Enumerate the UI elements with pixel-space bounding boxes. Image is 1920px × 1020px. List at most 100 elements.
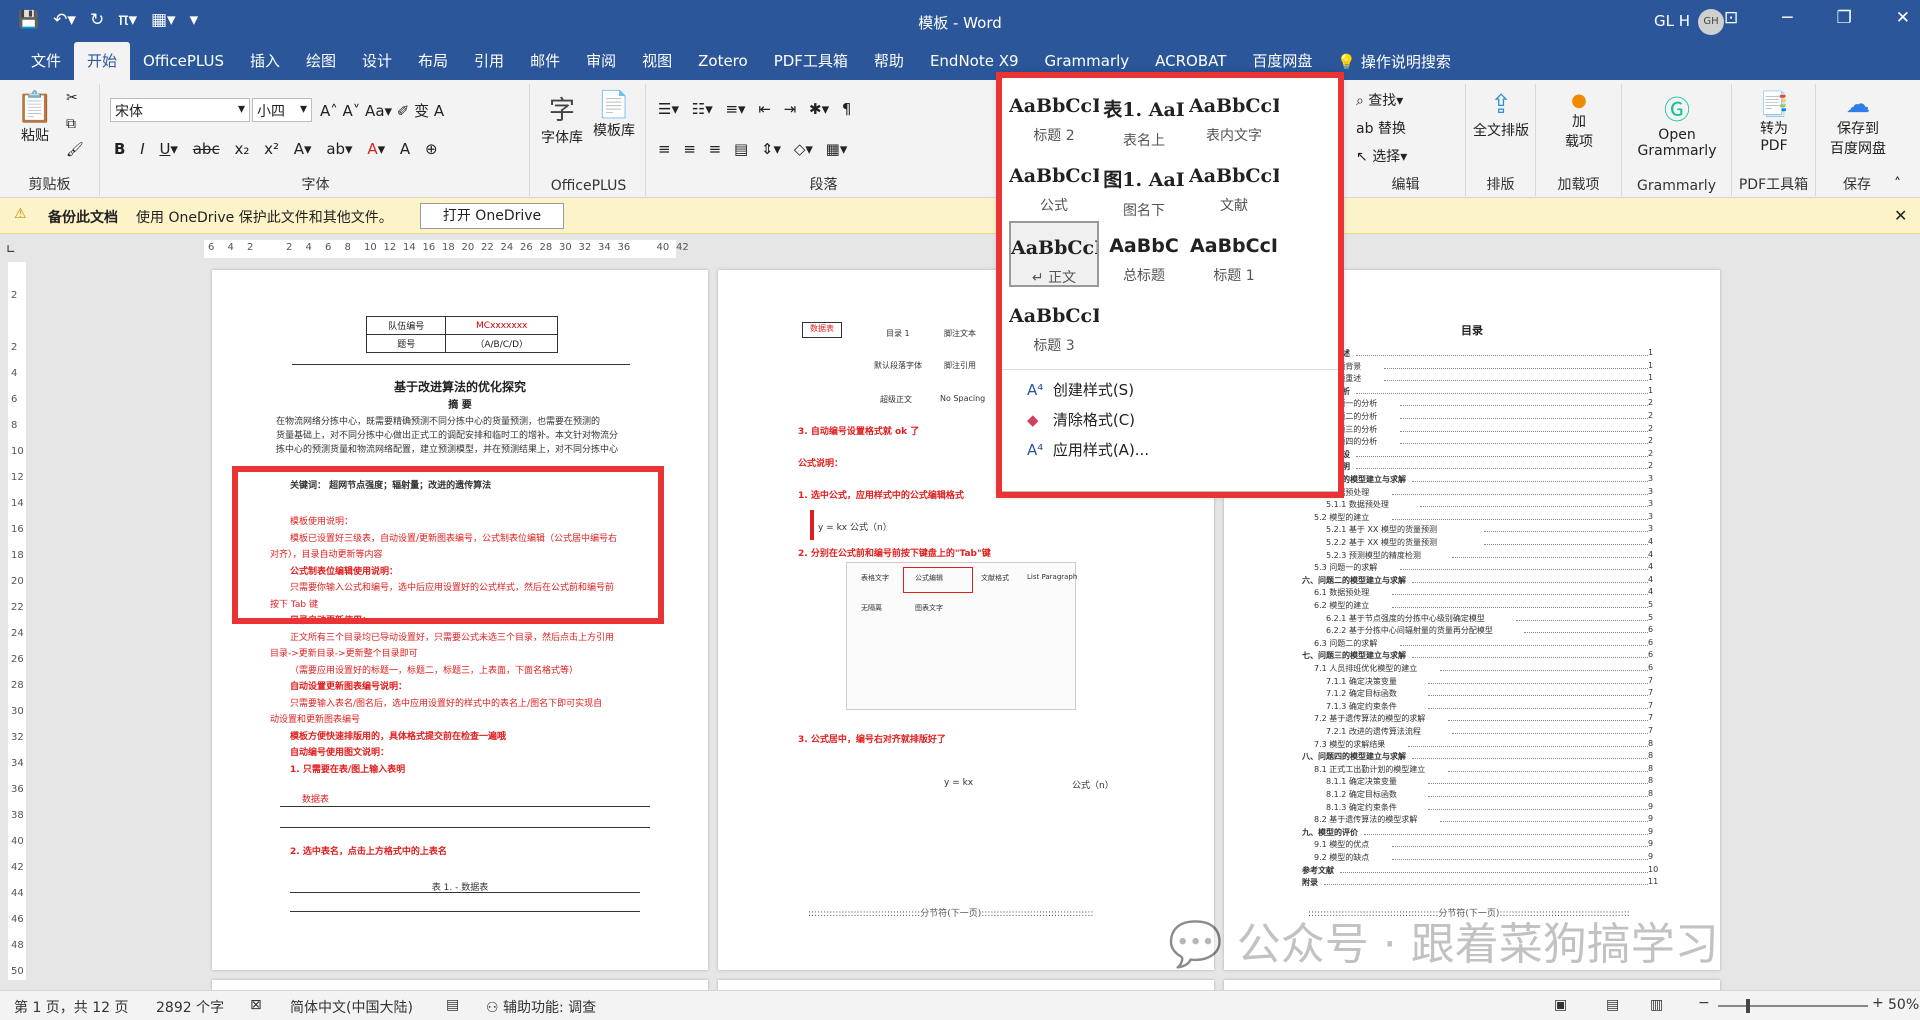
toc-entry[interactable]: 5.3 问题一的求解 — [1314, 562, 1377, 573]
vertical-ruler[interactable]: 2 2 4 6 8 10 12 14 16 18 20 22 24 26 28 30 32 34 36 38 40 42 4… — [8, 262, 26, 980]
replace-button[interactable]: ab 替换 — [1356, 118, 1406, 138]
toc-entry[interactable]: 八、问题四的模型建立与求解 — [1302, 751, 1406, 762]
to-pdf-button[interactable]: 📑 转为 PDF — [1746, 90, 1802, 154]
find-button[interactable]: ⌕ 查找▾ — [1356, 90, 1403, 110]
copy-icon[interactable]: ⧉ — [66, 116, 76, 132]
cut-icon[interactable]: ✂ — [66, 90, 78, 106]
language[interactable]: 简体中文(中国大陆) — [290, 997, 413, 1017]
toc-entry[interactable]: 7.3 模型的求解结果 — [1314, 739, 1385, 750]
toc-entry[interactable]: 6.2.1 基于节点强度的分拣中心级别确定模型 — [1326, 613, 1485, 624]
zoom-thumb[interactable] — [1746, 999, 1750, 1013]
accessibility[interactable]: ⚇ 辅助功能: 调查 — [486, 997, 596, 1017]
close-icon[interactable]: ✕ — [1894, 206, 1907, 225]
toc-entry[interactable]: 8.1.1 确定决策变量 — [1326, 776, 1397, 787]
collapse-ribbon-icon[interactable]: ˄ — [1894, 176, 1901, 192]
toc-page-number: 8 — [1648, 789, 1654, 798]
page-count[interactable]: 第 1 页，共 12 页 — [14, 997, 129, 1017]
zoom-in-icon[interactable]: + — [1872, 995, 1884, 1011]
tab-file[interactable]: 文件 — [18, 42, 74, 80]
macro-icon[interactable]: ▤ — [446, 997, 459, 1013]
minimize-icon[interactable]: ─ — [1782, 8, 1792, 28]
tab-pdf-tools[interactable]: PDF工具箱 — [761, 42, 861, 80]
grammarly-button[interactable]: Ⓖ Open Grammarly — [1632, 90, 1722, 159]
toc-entry[interactable]: 5.2 模型的建立 — [1314, 512, 1369, 523]
user-name[interactable]: GL H — [1654, 12, 1690, 30]
table-icon[interactable]: ▦▾ — [151, 10, 176, 30]
toc-entry[interactable]: 5.1.1 数据预处理 — [1326, 499, 1389, 510]
restore-icon[interactable]: ❐ — [1837, 8, 1852, 28]
zoom-level[interactable]: 50% — [1888, 997, 1919, 1013]
proofing-icon[interactable]: ⊠ — [250, 997, 262, 1013]
toc-entry[interactable]: 6.1 数据预处理 — [1314, 587, 1369, 598]
print-layout-icon[interactable]: ▤ — [1606, 997, 1619, 1013]
template-lib-button[interactable]: 📄 模板库 — [590, 90, 638, 140]
tab-insert[interactable]: 插入 — [237, 42, 293, 80]
select-button[interactable]: ↖ 选择▾ — [1356, 146, 1407, 166]
zoom-slider[interactable] — [1718, 999, 1868, 1013]
pi-icon[interactable]: π▾ — [118, 10, 137, 30]
tab-selector-icon[interactable]: ∟ — [6, 242, 16, 256]
undo-icon[interactable]: ↶▾ — [53, 10, 76, 30]
save-icon[interactable]: 💾 — [18, 10, 39, 30]
toc-entry[interactable]: 七、问题三的模型建立与求解 — [1302, 650, 1406, 661]
toc-entry[interactable]: 7.1.3 确定约束条件 — [1326, 701, 1397, 712]
toc-entry[interactable]: 8.1 正式工出勤计划的模型建立 — [1314, 764, 1425, 775]
tab-zotero[interactable]: Zotero — [685, 42, 761, 80]
tab-draw[interactable]: 绘图 — [293, 42, 349, 80]
tab-officeplus[interactable]: OfficePLUS — [130, 42, 237, 80]
toc-entry[interactable]: 附录 — [1302, 877, 1318, 888]
read-mode-icon[interactable]: ▣ — [1554, 997, 1567, 1013]
avatar[interactable]: GH — [1698, 9, 1724, 35]
addins-button[interactable]: ● 加 载项 — [1554, 90, 1604, 151]
align-buttons[interactable]: ≡ ≡ ≡ ▤ ⇕▾ ◇▾ ▦▾ — [658, 140, 847, 158]
toc-page-number: 8 — [1648, 763, 1654, 773]
list-buttons[interactable]: ☰▾ ☷▾ ≡▾ ⇤ ⇥ ✱▾ ¶ — [658, 100, 851, 118]
web-layout-icon[interactable]: ▥ — [1650, 997, 1663, 1013]
toc-entry[interactable]: 7.1.1 确定决策变量 — [1326, 676, 1397, 687]
open-onedrive-button[interactable]: 打开 OneDrive — [420, 203, 564, 229]
tab-references[interactable]: 引用 — [461, 42, 517, 80]
char-lib-button[interactable]: 字字体库 — [540, 90, 584, 147]
tab-view[interactable]: 视图 — [629, 42, 685, 80]
customize-qat-icon[interactable]: ▾ — [190, 10, 199, 30]
horizontal-ruler[interactable]: 6 4 2 2 4 6 8 10 12 14 16 18 20 22 24 26 28 30 32 34 36 40 42 — [204, 240, 689, 258]
toc-entry[interactable]: 8.1.2 确定目标函数 — [1326, 789, 1397, 800]
toc-entry[interactable]: 9.2 模型的缺点 — [1314, 852, 1369, 863]
toc-entry[interactable]: 六、问题二的模型建立与求解 — [1302, 575, 1406, 586]
tab-design[interactable]: 设计 — [349, 42, 405, 80]
zoom-out-icon[interactable]: − — [1698, 995, 1710, 1011]
toc-entry[interactable]: 6.3 问题二的求解 — [1314, 638, 1377, 649]
toc-entry[interactable]: 7.1.2 确定目标函数 — [1326, 688, 1397, 699]
toc-entry[interactable]: 5.2.2 基于 XX 模型的货量预测 — [1326, 537, 1437, 548]
toc-entry[interactable]: 6.2 模型的建立 — [1314, 600, 1369, 611]
ribbon-display-icon[interactable]: ⊡ — [1724, 8, 1738, 28]
toc-entry[interactable]: 8.1.3 确定约束条件 — [1326, 802, 1397, 813]
grow-font-icon[interactable]: A˄ A˅ Aa▾ ✐ 变 A — [320, 100, 444, 121]
font-size-combo[interactable]: 小四 ▾ — [252, 98, 312, 122]
toc-entry[interactable]: 7.2.1 改进的遗传算法流程 — [1326, 726, 1421, 737]
toc-entry[interactable]: 8.2 基于遗传算法的模型求解 — [1314, 814, 1417, 825]
toc-entry[interactable]: 7.2 基于遗传算法的模型的求解 — [1314, 713, 1425, 724]
toc-entry[interactable]: 9.1 模型的优点 — [1314, 839, 1369, 850]
close-icon[interactable]: ✕ — [1896, 8, 1910, 28]
toc-entry[interactable]: 5.2.3 预测模型的精度检测 — [1326, 550, 1421, 561]
toc-entry[interactable]: 7.1 人员排班优化模型的建立 — [1314, 663, 1417, 674]
tab-review[interactable]: 审阅 — [573, 42, 629, 80]
tab-mailings[interactable]: 邮件 — [517, 42, 573, 80]
tab-home[interactable]: 开始 — [74, 42, 131, 80]
font-name-combo[interactable]: 宋体 ▾ — [110, 98, 250, 122]
word-count[interactable]: 2892 个字 — [156, 997, 224, 1017]
toc-entry[interactable]: 6.2.2 基于分拣中心间辐射量的货量再分配模型 — [1326, 625, 1493, 636]
tab-help[interactable]: 帮助 — [861, 42, 917, 80]
tell-me-search[interactable]: 💡 操作说明搜索 — [1337, 51, 1450, 72]
fulltext-button[interactable]: ⇪ 全文排版 — [1470, 90, 1532, 140]
save-baidu-button[interactable]: ☁ 保存到 百度网盘 — [1822, 90, 1894, 158]
redo-icon[interactable]: ↻ — [90, 10, 104, 30]
tab-layout[interactable]: 布局 — [405, 42, 461, 80]
format-buttons[interactable]: B I U▾ abc x₂ x² A▾ ab▾ A▾ A ⊕ — [114, 140, 438, 158]
toc-entry[interactable]: 5.2.1 基于 XX 模型的货量预测 — [1326, 524, 1437, 535]
paste-button[interactable]: 📋 粘贴 — [10, 90, 60, 145]
format-painter-icon[interactable]: 🖌 — [66, 142, 84, 158]
toc-entry[interactable]: 九、模型的评价 — [1302, 827, 1358, 838]
toc-entry[interactable]: 参考文献 — [1302, 865, 1334, 876]
